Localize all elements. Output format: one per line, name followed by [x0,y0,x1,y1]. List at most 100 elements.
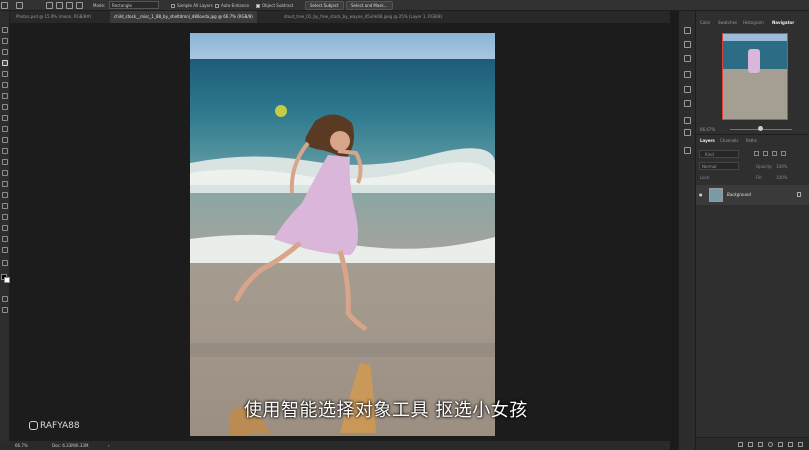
layers-footer [696,437,809,450]
mode-label: Mode: [93,3,106,8]
object-subtract-checkbox[interactable]: Object Subtract [256,3,293,8]
blend-mode-select[interactable]: Normal [699,162,739,170]
crop-tool-icon[interactable] [2,71,8,77]
tab-layers[interactable]: Layers [700,138,715,143]
lock-icon [797,192,801,197]
quick-mask-icon[interactable] [2,296,8,302]
gradient-tool-icon[interactable] [2,159,8,165]
brush-settings-icon[interactable] [684,41,691,48]
adjustment-layer-icon[interactable] [768,442,773,447]
options-bar: Mode: Rectangle Sample All Layers Auto-E… [0,0,809,11]
tab-child-stock[interactable]: child_stock__misc_1_88_by_sheltdmnl_d80o… [110,11,257,23]
chevron-right-icon[interactable]: › [108,443,110,448]
status-bar: 66.7% Doc: 6.33M/6.33M › [0,441,670,450]
tab-stout-tree[interactable]: stout_tree_01_by_free_stock_by_wayne_d5u… [280,11,446,23]
lasso-tool-icon[interactable] [2,49,8,55]
watermark-text: RAFYA88 [40,421,80,431]
healing-brush-tool-icon[interactable] [2,104,8,110]
group-icon[interactable] [778,442,783,447]
document-tabs: Photos.psd @ 15.9% (moon, RGB/8#) child_… [10,11,670,23]
libraries-panel-icon[interactable] [684,147,691,154]
opacity-label: Opacity: [756,164,773,169]
3d-panel-icon[interactable] [684,71,691,78]
tab-photos-psd[interactable]: Photos.psd @ 15.9% (moon, RGB/8#) [12,11,95,23]
character-panel-icon[interactable] [684,117,691,124]
zoom-tool-icon[interactable] [2,247,8,253]
lock-label: Lock: [700,175,711,180]
pen-tool-icon[interactable] [2,192,8,198]
object-selection-tool-icon[interactable] [2,60,8,66]
hand-tool-icon[interactable] [2,236,8,242]
brush-tool-icon[interactable] [2,115,8,121]
marquee-tool-icon[interactable] [2,38,8,44]
select-subject-button[interactable]: Select Subject [305,1,344,10]
properties-panel-icon[interactable] [684,55,691,62]
video-subtitle: 使用智能选择对象工具 抠选小女孩 [244,400,528,421]
filter-shape-icon[interactable] [781,151,786,156]
navigator-zoom[interactable]: 66.67% [700,127,715,132]
adjustments-panel-icon[interactable] [684,100,691,107]
subtract-selection-icon[interactable] [66,2,73,9]
layer-name[interactable]: Background [727,192,751,197]
screen-mode-icon[interactable] [2,307,8,313]
swatches-panel-icon[interactable] [684,86,691,93]
eyedropper-tool-icon[interactable] [2,93,8,99]
move-tool-icon[interactable] [2,27,8,33]
filter-adjustment-icon[interactable] [763,151,768,156]
more-tools-icon[interactable] [2,260,8,266]
fill-value[interactable]: 100% [776,175,787,180]
navigator-view-box[interactable] [722,33,788,120]
type-tool-icon[interactable] [2,203,8,209]
document-size: Doc: 6.33M/6.33M [52,443,89,448]
layer-thumbnail [709,188,723,202]
layer-filter-kind[interactable]: Kind [699,150,739,158]
history-panel-icon[interactable] [684,27,691,34]
path-selection-tool-icon[interactable] [2,214,8,220]
tab-navigator[interactable]: Navigator [772,20,794,25]
tab-paths[interactable]: Paths [746,138,757,143]
collapsed-panels-column [678,11,696,450]
blur-tool-icon[interactable] [2,170,8,176]
right-panels: Color Swatches Histogram Navigator 66.67… [696,11,809,450]
instagram-icon [29,421,38,430]
delete-layer-icon[interactable] [798,442,803,447]
tab-channels[interactable]: Channels [720,138,739,143]
new-selection-icon[interactable] [46,2,53,9]
mode-select[interactable]: Rectangle [109,1,159,9]
tab-color[interactable]: Color [700,20,710,25]
sample-all-layers-checkbox[interactable]: Sample All Layers [171,3,213,8]
clone-stamp-tool-icon[interactable] [2,126,8,132]
dodge-tool-icon[interactable] [2,181,8,187]
filter-pixel-icon[interactable] [754,151,759,156]
layer-style-icon[interactable] [748,442,753,447]
add-mask-icon[interactable] [758,442,763,447]
layer-row[interactable]: ● Background [696,185,809,205]
select-and-mask-button[interactable]: Select and Mask... [346,1,393,10]
tools-panel [0,11,10,441]
watermark: RAFYA88 [29,421,80,431]
history-brush-tool-icon[interactable] [2,137,8,143]
home-icon[interactable] [1,2,8,9]
eye-icon[interactable]: ● [699,192,703,197]
filter-type-icon[interactable] [772,151,777,156]
fill-label: Fill: [756,175,763,180]
intersect-selection-icon[interactable] [76,2,83,9]
opacity-value[interactable]: 100% [776,164,787,169]
shape-tool-icon[interactable] [2,225,8,231]
kind-label: Kind [705,152,714,157]
new-layer-icon[interactable] [788,442,793,447]
object-selection-tool-icon[interactable] [16,2,23,9]
auto-enhance-label: Auto-Enhance [221,3,250,8]
tab-swatches[interactable]: Swatches [718,20,737,25]
frame-tool-icon[interactable] [2,82,8,88]
zoom-level[interactable]: 66.7% [15,443,28,448]
eraser-tool-icon[interactable] [2,148,8,154]
tab-histogram[interactable]: Histogram [743,20,764,25]
link-layers-icon[interactable] [738,442,743,447]
add-selection-icon[interactable] [56,2,63,9]
paragraph-panel-icon[interactable] [684,129,691,136]
auto-enhance-checkbox[interactable]: Auto-Enhance [215,3,249,8]
navigator-preview[interactable] [722,33,788,120]
document-image[interactable] [190,33,495,436]
zoom-slider-handle[interactable] [758,126,763,131]
